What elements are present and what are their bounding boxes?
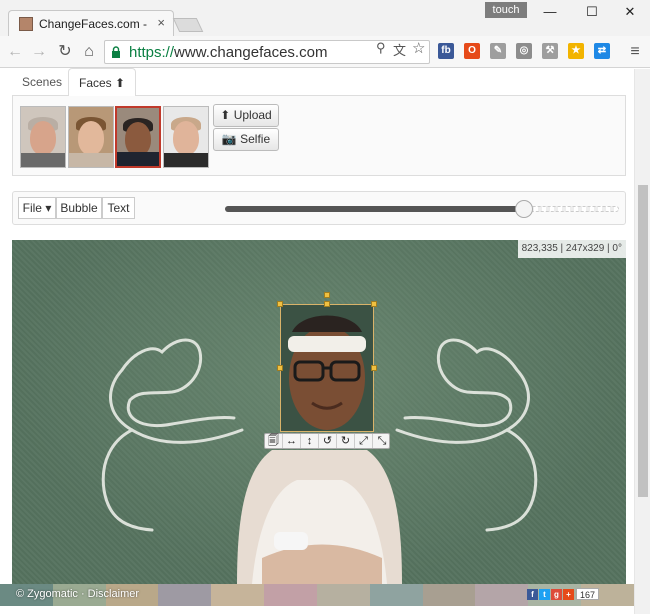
- selection-info: 823,335 | 247x329 | 0°: [517, 240, 626, 258]
- tab-close-icon[interactable]: ×: [157, 15, 165, 30]
- footer-swatch: [211, 584, 265, 606]
- opacity-slider[interactable]: [225, 200, 619, 218]
- twitter-share-icon[interactable]: t: [539, 589, 550, 600]
- footer-swatch: [475, 584, 529, 606]
- footer-swatch: [264, 584, 317, 606]
- close-window-icon[interactable]: ✕: [620, 4, 640, 20]
- rotate-right-icon[interactable]: ↻: [337, 434, 355, 448]
- footer-swatch: [316, 584, 370, 606]
- resize-handle-tl[interactable]: [277, 301, 283, 307]
- facebook-share-icon[interactable]: f: [527, 589, 538, 600]
- reload-icon[interactable]: ↻: [56, 43, 74, 61]
- shrink-icon[interactable]: ⤡: [373, 434, 391, 448]
- slider-fill: [225, 206, 525, 212]
- share-count: 167: [576, 588, 600, 600]
- plus-share-icon[interactable]: +: [563, 589, 574, 600]
- upload-small-icon: ⬆: [115, 76, 126, 90]
- edit-toolbar: File ▾ Bubble Text: [12, 191, 626, 225]
- caret-down-icon: ▾: [45, 201, 52, 215]
- flip-horizontal-icon[interactable]: ↔: [283, 434, 301, 448]
- text-button[interactable]: Text: [102, 197, 135, 219]
- maximize-icon[interactable]: ☐: [582, 4, 602, 20]
- enlarge-icon[interactable]: ⤢: [355, 434, 373, 448]
- back-arrow-icon[interactable]: ←: [6, 43, 24, 61]
- selfie-button[interactable]: 📷 Selfie: [213, 128, 279, 151]
- menu-icon[interactable]: ≡: [626, 43, 644, 61]
- touch-badge: touch: [485, 2, 527, 18]
- resize-handle-t[interactable]: [324, 301, 330, 307]
- home-icon[interactable]: ⌂: [80, 43, 98, 61]
- face-tool-row: 🗐 ↔ ↕ ↺ ↻ ⤢ ⤡: [264, 433, 390, 449]
- lock-icon: [112, 46, 120, 58]
- rotate-handle[interactable]: [324, 292, 330, 298]
- file-dropdown-button[interactable]: File ▾: [18, 197, 56, 219]
- office-extension-icon[interactable]: O: [464, 43, 480, 59]
- compass-extension-icon[interactable]: ◎: [516, 43, 532, 59]
- bubble-button[interactable]: Bubble: [56, 197, 102, 219]
- browser-tab[interactable]: ChangeFaces.com - Cha ×: [8, 10, 174, 36]
- googleplus-share-icon[interactable]: g: [551, 589, 562, 600]
- upload-icon: ⬆: [220, 108, 231, 122]
- editor-canvas[interactable]: 823,335 | 247x329 | 0° 🗐 ↔ ↕ ↺ ↻ ⤢ ⤡: [12, 240, 626, 584]
- resize-handle-r[interactable]: [371, 365, 377, 371]
- page-scrollbar[interactable]: [634, 69, 650, 614]
- resize-handle-l[interactable]: [277, 365, 283, 371]
- translate-icon[interactable]: 文: [393, 40, 406, 59]
- zoom-icon[interactable]: ⚲: [376, 40, 386, 56]
- fb-extension-icon[interactable]: fb: [438, 43, 454, 59]
- footer-swatch: [422, 584, 476, 606]
- tab-faces-label: Faces: [79, 76, 112, 90]
- browser-titlebar: ChangeFaces.com - Cha × touch — ☐ ✕: [0, 0, 650, 36]
- footer-swatch: [369, 584, 423, 606]
- face-thumb-1[interactable]: [20, 106, 66, 168]
- face-thumb-2[interactable]: [68, 106, 114, 168]
- face-thumb-3[interactable]: [115, 106, 161, 168]
- footer-swatch: [158, 584, 212, 606]
- person-body: [237, 450, 402, 584]
- resize-handle-tr[interactable]: [371, 301, 377, 307]
- bookmark-star-icon[interactable]: ☆: [412, 39, 425, 57]
- scrollbar-thumb[interactable]: [638, 185, 648, 497]
- face-thumb-4[interactable]: [163, 106, 209, 168]
- slider-knob[interactable]: [515, 200, 534, 218]
- face-selection-box[interactable]: [280, 304, 374, 432]
- flip-vertical-icon[interactable]: ↕: [301, 434, 319, 448]
- footer-text[interactable]: © Zygomatic · Disclaimer: [16, 588, 139, 600]
- url-text: https://www.changefaces.com: [129, 44, 328, 61]
- cast-extension-icon[interactable]: ⇄: [594, 43, 610, 59]
- faces-panel: ⬆ Upload 📷 Selfie: [12, 96, 626, 176]
- minimize-icon[interactable]: —: [540, 4, 560, 19]
- section-tabs: Scenes Faces ⬆: [12, 68, 626, 97]
- delete-icon[interactable]: 🗐: [265, 434, 283, 448]
- upload-button[interactable]: ⬆ Upload: [213, 104, 279, 127]
- new-tab-button[interactable]: [172, 18, 204, 32]
- edit-extension-icon[interactable]: ✎: [490, 43, 506, 59]
- tab-title: ChangeFaces.com - Cha: [39, 17, 151, 31]
- tab-faces[interactable]: Faces ⬆: [68, 68, 137, 97]
- browser-toolbar: ← → ↻ ⌂ https://www.changefaces.com ⚲ 文 …: [0, 36, 650, 68]
- forward-arrow-icon[interactable]: →: [30, 43, 48, 61]
- site-favicon-icon: [19, 17, 33, 31]
- rotate-left-icon[interactable]: ↺: [319, 434, 337, 448]
- camera-icon: 📷: [221, 132, 237, 146]
- star-extension-icon[interactable]: ★: [568, 43, 584, 59]
- tools-extension-icon[interactable]: ⚒: [542, 43, 558, 59]
- tab-scenes[interactable]: Scenes: [12, 68, 72, 96]
